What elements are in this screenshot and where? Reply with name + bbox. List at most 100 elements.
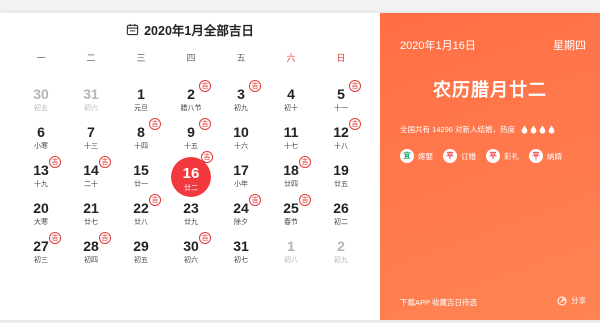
day-cell[interactable]: 12 十八吉: [316, 115, 366, 153]
weekday-label: 三: [136, 53, 146, 63]
day-cell[interactable]: 14 二十吉: [66, 153, 116, 191]
day-cell[interactable]: 28 初四吉: [66, 229, 116, 267]
day-number: 31: [233, 238, 249, 254]
day-number: 20: [33, 200, 49, 216]
calendar-grid: 30 初五 31 初六 1 元旦 2 腊八节吉 3 初九吉 4 初十 5 十一吉 6 小寒 7 十三 8 十四吉 9 十五…: [16, 77, 366, 267]
day-cell[interactable]: 30 初五: [16, 77, 66, 115]
wedding-stat-text: 全国共有 14296 对新人结婚，热度: [400, 125, 516, 134]
day-cell[interactable]: 19 廿五: [316, 153, 366, 191]
day-cell[interactable]: 11 十七: [266, 115, 316, 153]
lunar-day: 廿七: [84, 219, 98, 226]
day-cell[interactable]: 21 廿七: [66, 191, 116, 229]
detail-weekday: 星期四: [553, 40, 586, 52]
day-cell[interactable]: 31 初六: [66, 77, 116, 115]
auspicious-badge: 吉: [149, 194, 161, 206]
lunar-day: 十三: [84, 143, 98, 150]
lunar-day: 十一: [334, 105, 348, 112]
day-cell[interactable]: 10 十六: [216, 115, 266, 153]
day-number: 4: [287, 86, 295, 102]
day-number: 11: [283, 124, 299, 140]
day-cell[interactable]: 2 初九: [316, 229, 366, 267]
day-cell[interactable]: 23 廿九: [166, 191, 216, 229]
weekday-label: 二: [86, 53, 96, 63]
share-button[interactable]: 分享: [557, 295, 586, 306]
day-cell[interactable]: 13 十九吉: [16, 153, 66, 191]
day-cell[interactable]: 7 十三: [66, 115, 116, 153]
lunar-day: 初六: [184, 257, 198, 264]
day-cell[interactable]: 25 春节吉: [266, 191, 316, 229]
lunar-day: 初三: [34, 257, 48, 264]
day-cell[interactable]: 20 大寒: [16, 191, 66, 229]
weekday-label: 五: [236, 53, 246, 63]
lunar-day: 廿九: [184, 219, 198, 226]
heat-drop-icon: [548, 125, 555, 134]
day-cell[interactable]: 1 初八: [266, 229, 316, 267]
lunar-day: 十七: [284, 143, 298, 150]
auspicious-badge: 吉: [99, 156, 111, 168]
detail-date: 2020年1月16日: [400, 40, 476, 52]
calendar-icon: [126, 23, 139, 35]
day-cell[interactable]: 5 十一吉: [316, 77, 366, 115]
suitability-label: 订婚: [461, 151, 476, 161]
day-cell[interactable]: 26 初二: [316, 191, 366, 229]
suitability-label: 纳婿: [547, 151, 562, 161]
day-cell[interactable]: 4 初十: [266, 77, 316, 115]
lunar-day: 除夕: [234, 219, 248, 226]
calendar-card: 2020年1月全部吉日 一二三四五六日 30 初五 31 初六 1 元旦 2 腊八节吉 3 初九吉…: [0, 13, 600, 320]
month-header: 2020年1月全部吉日: [0, 19, 380, 39]
day-number: 26: [333, 200, 349, 216]
day-number: 31: [83, 86, 99, 102]
day-number: 1: [287, 238, 295, 254]
download-app-link[interactable]: 下载APP 收藏吉日待选: [400, 297, 477, 308]
lunar-day: 十八: [334, 143, 348, 150]
suitability-badge: 平: [443, 149, 457, 163]
day-cell[interactable]: 1 元旦: [116, 77, 166, 115]
lunar-day: 腊八节: [180, 105, 202, 112]
lunar-day: 小年: [234, 181, 248, 188]
day-number: 2: [337, 238, 345, 254]
weekday-header: 一二三四五六日: [16, 51, 366, 65]
weekday-label: 四: [186, 53, 196, 63]
lunar-day: 大寒: [34, 219, 48, 226]
heat-drop-icon: [530, 125, 537, 134]
lunar-day: 初九: [334, 257, 348, 264]
day-cell[interactable]: 29 初五: [116, 229, 166, 267]
day-cell[interactable]: 27 初三吉: [16, 229, 66, 267]
detail-lunar-date: 农历腊月廿二: [433, 80, 547, 100]
lunar-day: 廿四: [284, 181, 298, 188]
day-number: 23: [183, 200, 199, 216]
day-number: 7: [87, 124, 95, 140]
auspicious-badge: 吉: [249, 80, 261, 92]
day-number: 29: [133, 238, 149, 254]
day-cell[interactable]: 22 廿八吉: [116, 191, 166, 229]
day-cell[interactable]: 6 小寒: [16, 115, 66, 153]
day-number: 1: [137, 86, 145, 102]
day-cell[interactable]: 9 十五吉: [166, 115, 216, 153]
lunar-day: 廿一: [134, 181, 148, 188]
day-cell[interactable]: 24 除夕吉: [216, 191, 266, 229]
day-cell[interactable]: 30 初六吉: [166, 229, 216, 267]
lunar-day: 初十: [284, 105, 298, 112]
auspicious-badge: 吉: [199, 232, 211, 244]
lunar-day: 初九: [234, 105, 248, 112]
day-cell[interactable]: 2 腊八节吉: [166, 77, 216, 115]
lunar-day: 廿五: [334, 181, 348, 188]
day-number: 21: [83, 200, 99, 216]
day-cell[interactable]: 17 小年: [216, 153, 266, 191]
day-number: 19: [333, 162, 349, 178]
auspicious-badge: 吉: [149, 118, 161, 130]
day-cell[interactable]: 18 廿四吉: [266, 153, 316, 191]
suitability-badge: 平: [529, 149, 543, 163]
day-number: 6: [37, 124, 45, 140]
day-cell[interactable]: 15 廿一: [116, 153, 166, 191]
auspicious-badge: 吉: [299, 194, 311, 206]
day-cell-selected[interactable]: 16 廿二吉: [166, 151, 216, 197]
day-cell[interactable]: 3 初九吉: [216, 77, 266, 115]
day-cell[interactable]: 31 初七: [216, 229, 266, 267]
auspicious-badge: 吉: [299, 156, 311, 168]
day-cell[interactable]: 8 十四吉: [116, 115, 166, 153]
lunar-day: 二十: [84, 181, 98, 188]
lunar-day: 初五: [134, 257, 148, 264]
lunar-day: 十六: [234, 143, 248, 150]
lunar-day: 初七: [234, 257, 248, 264]
